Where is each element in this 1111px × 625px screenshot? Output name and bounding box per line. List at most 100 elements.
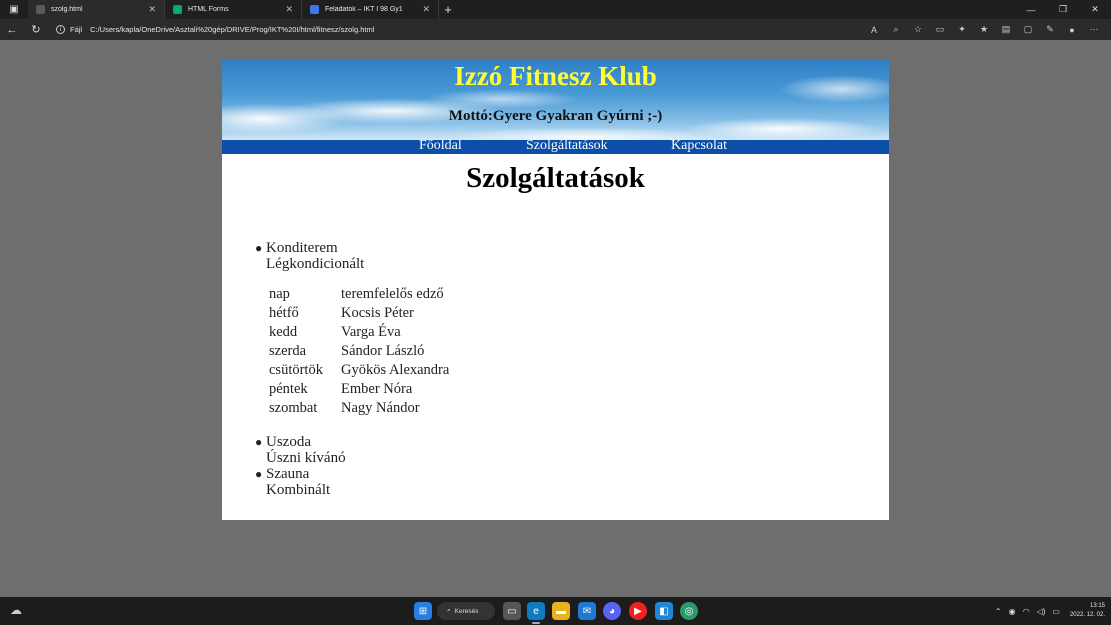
bullet-icon: ● bbox=[255, 241, 263, 255]
table-header: nap bbox=[269, 286, 290, 302]
browser-app-icon[interactable]: ◎ bbox=[680, 602, 698, 620]
nav-link-szolgaltatasok[interactable]: Szolgáltatások bbox=[526, 138, 608, 154]
tab-feladatok[interactable]: Feladatok – IKT I 98 Gy1 ✕ bbox=[302, 0, 439, 19]
table-row: kedd Varga Éva bbox=[267, 323, 451, 342]
screenshot-icon[interactable]: ✎ bbox=[1039, 19, 1061, 40]
volume-icon[interactable]: ◁) bbox=[1037, 607, 1046, 616]
close-tab-icon[interactable]: ✕ bbox=[285, 4, 293, 15]
running-indicator bbox=[532, 622, 540, 624]
wifi-icon[interactable]: ◠ bbox=[1023, 607, 1030, 616]
clock[interactable]: 13:15 2022. 12. 02. bbox=[1070, 602, 1105, 620]
table-cell-trainer: Varga Éva bbox=[341, 324, 401, 340]
service-name: Konditerem bbox=[266, 240, 338, 256]
close-window-icon[interactable]: ✕ bbox=[1079, 0, 1111, 19]
file-icon bbox=[36, 5, 45, 14]
tab-actions-icon[interactable]: ▣ bbox=[0, 0, 28, 19]
read-aloud-icon[interactable]: A bbox=[863, 19, 885, 40]
tab-title: HTML Forms bbox=[188, 6, 229, 13]
bullet-icon: ● bbox=[255, 435, 263, 449]
close-tab-icon[interactable]: ✕ bbox=[148, 4, 156, 15]
maximize-icon[interactable]: ❐ bbox=[1047, 0, 1079, 19]
close-tab-icon[interactable]: ✕ bbox=[422, 4, 430, 15]
app-tray-icon[interactable]: ◉ bbox=[1009, 607, 1016, 616]
tab-title: Feladatok – IKT I 98 Gy1 bbox=[325, 6, 403, 13]
mail-icon[interactable]: ✉ bbox=[578, 602, 596, 620]
favorites-icon[interactable]: ★ bbox=[973, 19, 995, 40]
table-row: szerda Sándor László bbox=[267, 342, 451, 361]
table-row: hétfő Kocsis Péter bbox=[267, 304, 451, 323]
window-controls: — ❐ ✕ bbox=[1015, 0, 1111, 19]
web-page: Izzó Fitnesz Klub Mottó:Gyere Gyakran Gy… bbox=[222, 59, 889, 520]
table-cell-trainer: Ember Nóra bbox=[341, 381, 413, 397]
main-nav: Főoldal Szolgáltatások Kapcsolat bbox=[222, 138, 889, 154]
favorite-add-icon[interactable]: ☆ bbox=[907, 19, 929, 40]
table-cell-day: szombat bbox=[269, 400, 318, 416]
discord-icon[interactable]: ◕ bbox=[603, 602, 621, 620]
w3schools-icon bbox=[173, 5, 182, 14]
collections-icon[interactable]: ▤ bbox=[995, 19, 1017, 40]
tab-szolg[interactable]: szolg.html ✕ bbox=[28, 0, 165, 19]
table-cell-trainer: Kocsis Péter bbox=[341, 305, 414, 321]
vscode-icon[interactable]: ◧ bbox=[655, 602, 673, 620]
trainer-schedule-table: nap teremfelelős edző hétfő Kocsis Péter… bbox=[265, 285, 453, 418]
service-name: Szauna bbox=[266, 466, 310, 482]
edge-icon[interactable]: e bbox=[527, 602, 545, 620]
workspace-icon[interactable]: ▢ bbox=[1017, 19, 1039, 40]
address-bar-row: ← ↻ i Fájl C:/Users/kapla/OneDrive/Aszta… bbox=[0, 19, 1111, 40]
file-explorer-icon[interactable]: ▬ bbox=[552, 602, 570, 620]
battery-icon[interactable]: ▭ bbox=[1052, 607, 1060, 616]
back-icon[interactable]: ← bbox=[0, 19, 24, 40]
table-header-row: nap teremfelelős edző bbox=[267, 285, 451, 304]
profile-icon[interactable]: ● bbox=[1061, 19, 1083, 40]
nav-link-fooldal[interactable]: Főoldal bbox=[419, 138, 462, 154]
taskbar-search[interactable]: ⌕ Keresés bbox=[437, 602, 495, 620]
start-icon[interactable]: ⊞ bbox=[414, 602, 432, 620]
more-menu-icon[interactable]: ⋯ bbox=[1083, 19, 1105, 40]
table-cell-day: kedd bbox=[269, 324, 298, 340]
weather-icon[interactable]: ☁ bbox=[10, 603, 26, 619]
new-tab-icon[interactable]: + bbox=[439, 0, 457, 19]
table-cell-day: csütörtök bbox=[269, 362, 323, 378]
split-screen-icon[interactable]: ▭ bbox=[929, 19, 951, 40]
tab-title: szolg.html bbox=[51, 6, 83, 13]
clock-time: 13:15 bbox=[1089, 603, 1105, 609]
refresh-icon[interactable]: ↻ bbox=[24, 19, 48, 40]
table-cell-day: szerda bbox=[269, 343, 307, 359]
service-desc: Kombinált bbox=[266, 482, 331, 498]
table-cell-trainer: Sándor László bbox=[341, 343, 425, 359]
table-cell-trainer: Nagy Nándor bbox=[341, 400, 420, 416]
site-title: Izzó Fitnesz Klub bbox=[454, 61, 657, 91]
system-tray: ⌃ ◉ ◠ ◁) ▭ 13:15 2022. 12. 02. bbox=[988, 597, 1105, 625]
search-label: Keresés bbox=[454, 607, 479, 615]
url-text[interactable]: C:/Users/kapla/OneDrive/Asztali%20gép/DR… bbox=[90, 25, 374, 34]
site-motto: Mottó:Gyere Gyakran Gyúrni ;-) bbox=[448, 108, 663, 124]
bullet-icon: ● bbox=[255, 467, 263, 481]
table-cell-day: péntek bbox=[269, 381, 308, 397]
tab-html-forms[interactable]: HTML Forms ✕ bbox=[165, 0, 302, 19]
table-cell-day: hétfő bbox=[269, 305, 299, 321]
table-row: csütörtök Gyökös Alexandra bbox=[267, 361, 451, 380]
search-icon: ⌕ bbox=[447, 607, 451, 614]
youtube-music-icon[interactable]: ▶ bbox=[629, 602, 647, 620]
service-desc: Úszni kívánó bbox=[266, 450, 346, 466]
service-desc: Légkondicionált bbox=[266, 256, 365, 272]
table-row: szombat Nagy Nándor bbox=[267, 399, 451, 418]
address-bar[interactable]: i Fájl C:/Users/kapla/OneDrive/Asztali%2… bbox=[56, 19, 863, 40]
page-title: Szolgáltatások bbox=[466, 162, 645, 194]
header-banner: Izzó Fitnesz Klub Mottó:Gyere Gyakran Gy… bbox=[222, 59, 889, 140]
task-view-icon[interactable]: ▭ bbox=[503, 602, 521, 620]
clock-date: 2022. 12. 02. bbox=[1069, 612, 1105, 618]
minimize-icon[interactable]: — bbox=[1015, 0, 1047, 19]
table-row: péntek Ember Nóra bbox=[267, 380, 451, 399]
taskbar: ☁ ⊞ ⌕ Keresés ▭ e ▬ ✉ ◕ ▶ ◧ ◎ ⌃ ◉ ◠ ◁) ▭… bbox=[0, 597, 1111, 625]
table-cell-trainer: Gyökös Alexandra bbox=[341, 362, 450, 378]
chevron-up-icon[interactable]: ⌃ bbox=[995, 607, 1002, 616]
table-header: teremfelelős edző bbox=[341, 286, 444, 302]
info-icon[interactable]: i bbox=[56, 25, 65, 34]
classroom-icon bbox=[310, 5, 319, 14]
zoom-icon[interactable]: ⌕ bbox=[885, 19, 907, 40]
service-name: Uszoda bbox=[266, 434, 311, 450]
extensions-icon[interactable]: ✦ bbox=[951, 19, 973, 40]
nav-link-kapcsolat[interactable]: Kapcsolat bbox=[671, 138, 727, 154]
browser-tab-strip: ▣ szolg.html ✕ HTML Forms ✕ Feladatok – … bbox=[0, 0, 1111, 19]
